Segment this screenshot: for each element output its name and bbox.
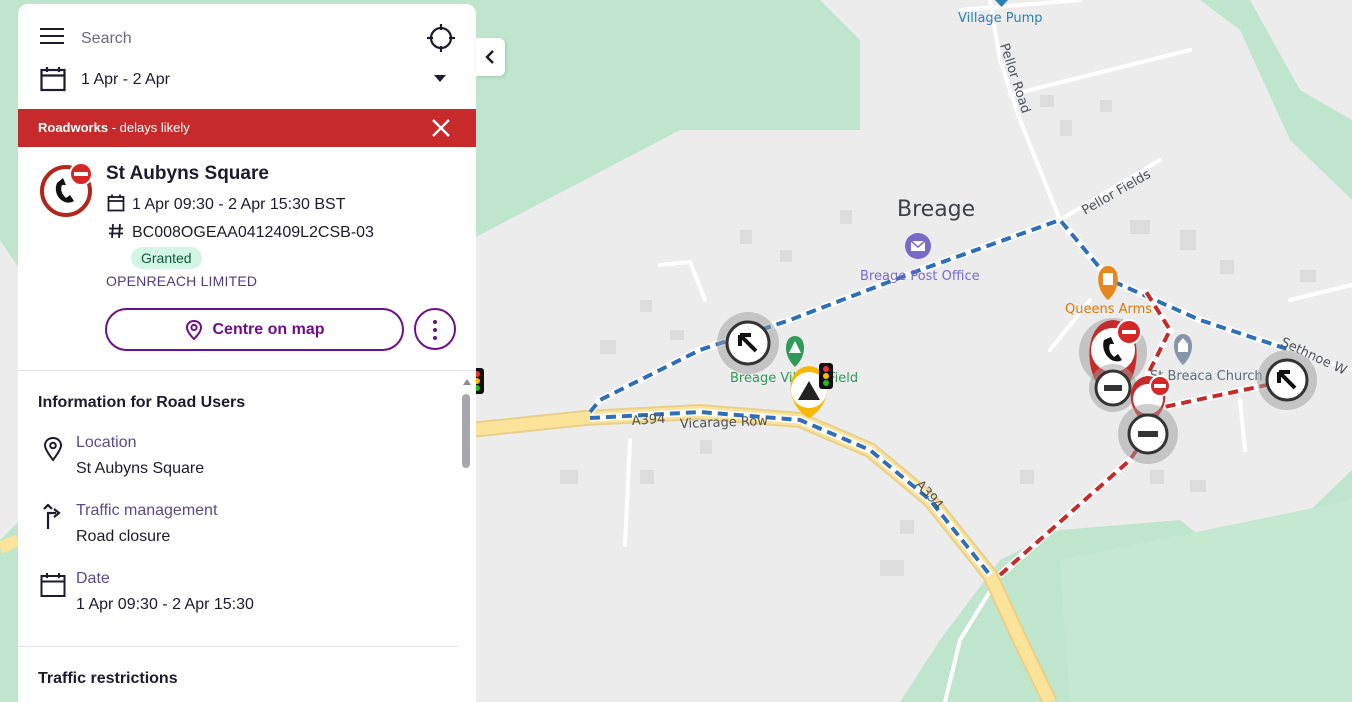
crosshair-icon[interactable] xyxy=(426,23,456,53)
alert-subtitle: - delays likely xyxy=(111,120,190,135)
road-user-info-card: Information for Road Users Location St A… xyxy=(18,371,458,702)
works-dates: 1 Apr 09:30 - 2 Apr 15:30 BST xyxy=(132,196,346,213)
info-label-traffic-management: Traffic management xyxy=(76,502,218,519)
calendar-icon xyxy=(107,194,125,212)
date-filter-value: 1 Apr - 2 Apr xyxy=(81,71,170,88)
panel-scrollbar[interactable] xyxy=(458,371,476,702)
works-title: St Aubyns Square xyxy=(106,163,269,184)
map-label-a394: A394 xyxy=(631,412,666,429)
info-item-location: Location St Aubyns Square xyxy=(38,434,438,486)
info-value-location: St Aubyns Square xyxy=(76,460,205,477)
search-input[interactable] xyxy=(81,26,401,52)
collapse-panel-button[interactable] xyxy=(476,38,505,76)
info-item-date: Date 1 Apr 09:30 - 2 Apr 15:30 xyxy=(38,570,438,622)
alert-title: Roadworks xyxy=(38,120,109,135)
status-badge: Granted xyxy=(131,247,202,269)
menu-icon[interactable] xyxy=(40,28,64,48)
no-entry-marker[interactable] xyxy=(1089,364,1137,412)
works-reference: BC008OGEAA0412409L2CSB-03 xyxy=(132,224,374,241)
no-entry-arrow-marker-2[interactable] xyxy=(1257,350,1317,410)
diversion-arrow-icon xyxy=(43,504,61,529)
search-row xyxy=(18,18,476,58)
chevron-left-icon xyxy=(485,50,494,64)
centre-on-map-button[interactable]: Centre on map xyxy=(105,308,404,351)
info-label-date: Date xyxy=(76,570,110,587)
alert-text: Roadworks - delays likely xyxy=(38,120,190,135)
no-entry-arrow-marker[interactable] xyxy=(717,312,779,374)
calendar-icon xyxy=(40,573,66,597)
calendar-icon xyxy=(40,67,66,92)
search-card: 1 Apr - 2 Apr xyxy=(18,4,476,109)
location-pin-icon xyxy=(43,436,63,462)
hash-icon xyxy=(109,223,123,239)
no-entry-marker-2[interactable] xyxy=(1118,404,1178,464)
map-label-post-office: Breage Post Office xyxy=(860,269,980,284)
chevron-down-icon[interactable] xyxy=(434,75,446,82)
info-item-traffic-management: Traffic management Road closure xyxy=(38,502,438,554)
date-filter[interactable]: 1 Apr - 2 Apr xyxy=(18,64,476,96)
works-reference-row: BC008OGEAA0412409L2CSB-03 xyxy=(106,222,374,242)
works-detail-card: St Aubyns Square 1 Apr 09:30 - 2 Apr 15:… xyxy=(18,147,476,371)
scrollbar-thumb[interactable] xyxy=(462,394,470,468)
works-organisation: OPENREACH LIMITED xyxy=(106,273,258,289)
map-label-vicarage-row: Vicarage Row xyxy=(680,414,769,432)
info-value-date: 1 Apr 09:30 - 2 Apr 15:30 xyxy=(76,596,254,613)
scroll-up-arrow-icon[interactable] xyxy=(463,379,471,385)
info-value-traffic-management: Road closure xyxy=(76,528,171,545)
centre-on-map-label: Centre on map xyxy=(212,320,325,338)
more-options-button[interactable] xyxy=(414,308,456,350)
map-place-breage: Breage xyxy=(897,197,975,222)
close-icon[interactable] xyxy=(430,117,452,139)
map-label-queens-arms: Queens Arms xyxy=(1065,302,1152,317)
traffic-restrictions-heading: Traffic restrictions xyxy=(38,670,178,687)
info-label-location: Location xyxy=(76,434,137,451)
road-closure-icon xyxy=(40,162,93,217)
works-dates-row: 1 Apr 09:30 - 2 Apr 15:30 BST xyxy=(106,194,345,214)
info-heading: Information for Road Users xyxy=(38,394,246,411)
post-office-icon[interactable] xyxy=(905,233,931,259)
section-divider xyxy=(18,646,458,647)
map-label-village-pump: Village Pump xyxy=(958,11,1043,26)
alert-bar: Roadworks - delays likely xyxy=(18,109,476,147)
location-target-icon xyxy=(186,319,203,340)
